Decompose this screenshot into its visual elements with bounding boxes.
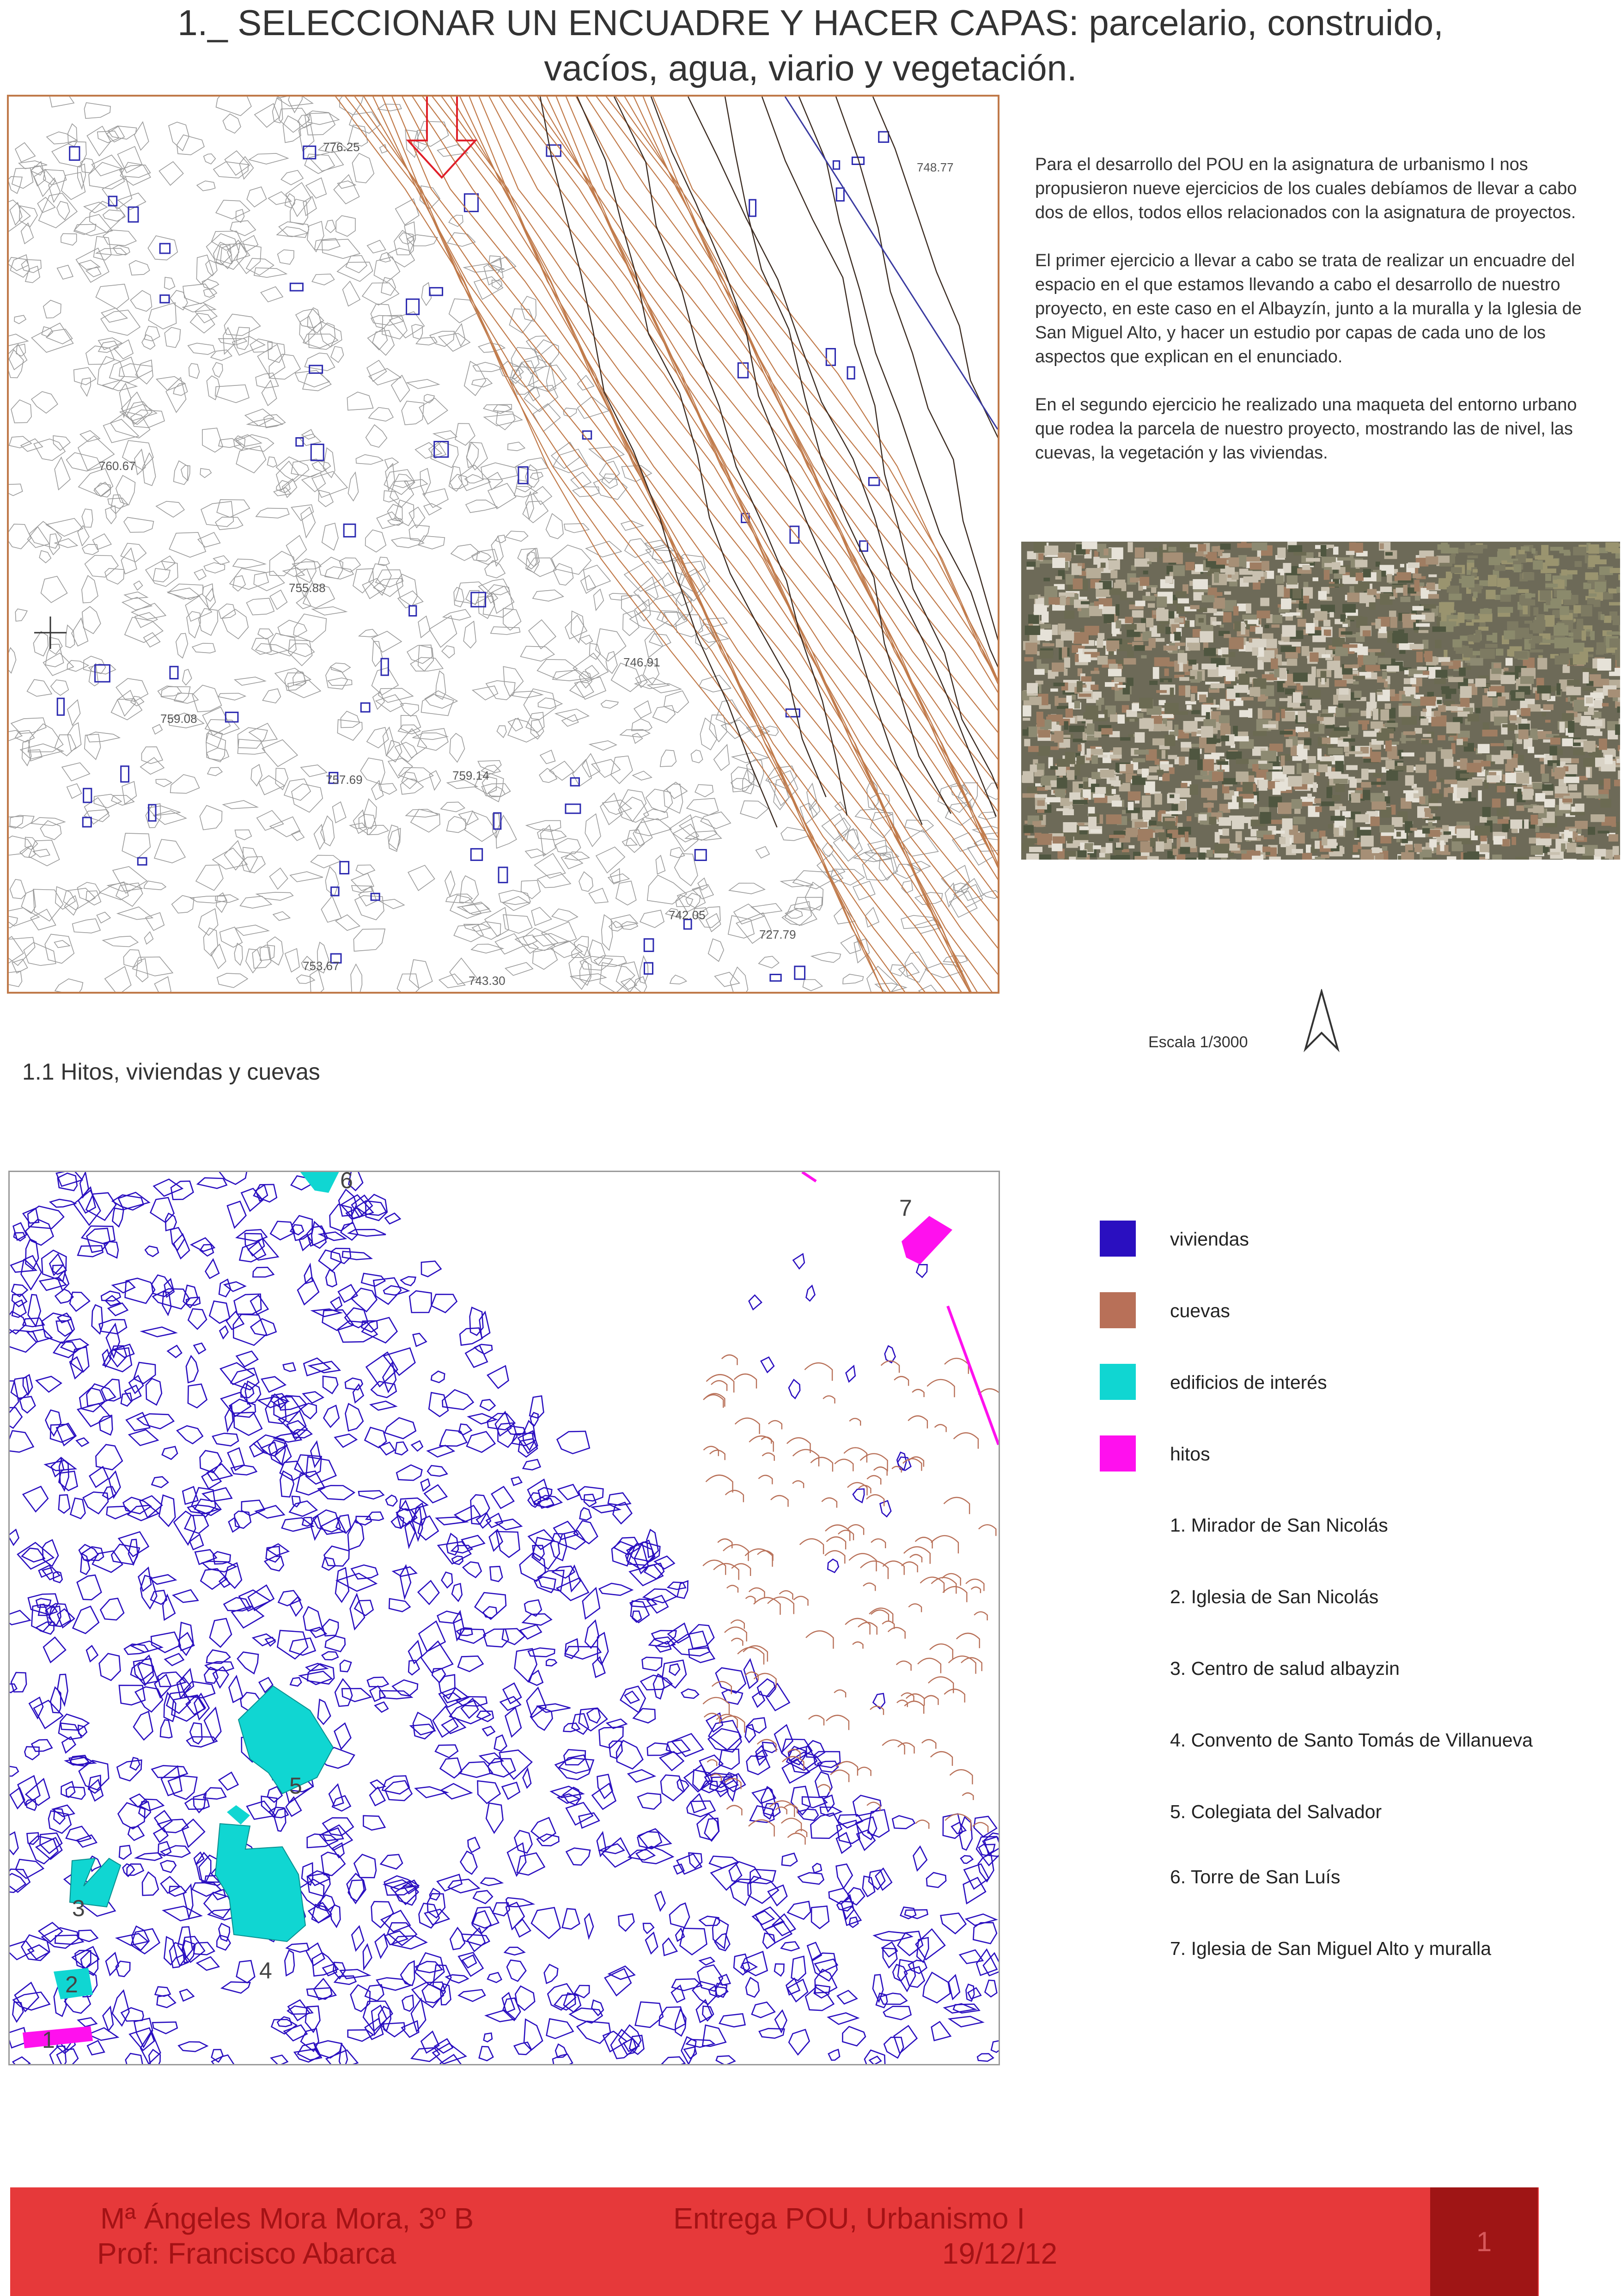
legend-label: hitos [1170,1443,1210,1465]
intro-paragraph-1: Para el desarrollo del POU en la asignat… [1035,155,1577,222]
caves-layer [702,1354,999,1845]
footer-course: Entrega POU, Urbanismo I [673,2202,1025,2235]
map-markers: 1 2 3 4 5 6 7 [42,1172,912,2053]
cadastral-map-drawing: 776.25 748.77 760.67 755.88 746.91 759.0… [9,97,998,992]
cadastral-map: 776.25 748.77 760.67 755.88 746.91 759.0… [7,95,999,994]
intro-paragraph-3: En el segundo ejercicio he realizado una… [1035,395,1577,463]
housing-layer [10,1172,999,2064]
legend-item-viviendas: viviendas [1100,1220,1249,1257]
contour-lines [335,97,998,992]
elevation-label: 748.77 [917,160,954,174]
page-number-box: 1 [1430,2187,1538,2296]
legend-swatch-viviendas [1100,1221,1136,1257]
intro-text: Para el desarrollo del POU en la asignat… [1035,153,1608,489]
marker-6: 6 [340,1172,353,1193]
elevation-label: 743.30 [469,974,506,988]
legend-swatch-hitos [1100,1435,1136,1472]
title-line-1: 1._ SELECCIONAR UN ENCUADRE Y HACER CAPA… [177,2,1444,43]
marker-4: 4 [259,1958,272,1984]
legend-label: viviendas [1170,1228,1249,1250]
landmark-6: 6. Torre de San Luís [1170,1866,1341,1887]
elevation-label: 753.67 [303,959,340,973]
landmark-4: 4. Convento de Santo Tomás de Villanueva [1170,1729,1533,1751]
elevation-label: 760.67 [99,459,136,473]
aerial-photo [1021,542,1620,860]
landmark-2: 2. Iglesia de San Nicolás [1170,1586,1379,1607]
building-convento-annex [227,1805,250,1825]
marker-1: 1 [42,2027,55,2053]
legend-swatch-cuevas [1100,1292,1136,1328]
legend-item-hitos: hitos [1100,1435,1210,1472]
footer-bar: Mª Ángeles Mora Mora, 3º B Prof: Francis… [10,2187,1539,2296]
title-line-2: vacíos, agua, viario y vegetación. [544,48,1077,88]
elevation-label: 759.14 [452,769,489,782]
landmark-5: 5. Colegiata del Salvador [1170,1801,1382,1822]
layers-map: 1 2 3 4 5 6 7 [8,1171,1000,2065]
marker-2: 2 [65,1972,78,1997]
landmarks-layer [23,1172,999,2048]
footer-author: Mª Ángeles Mora Mora, 3º B [100,2202,474,2235]
marker-7: 7 [899,1195,912,1221]
legend-label: edificios de interés [1170,1372,1327,1393]
scale-label: Escala 1/3000 [1148,1033,1248,1051]
footer-professor: Prof: Francisco Abarca [97,2237,396,2270]
elevation-label: 776.25 [323,140,360,154]
layers-map-drawing: 1 2 3 4 5 6 7 [10,1172,999,2064]
legend-swatch-edificios [1100,1364,1136,1400]
north-arrow-icon [1301,988,1342,1056]
building-torre-san-luis [300,1172,339,1193]
elevation-label: 746.91 [623,655,660,669]
elevation-label: 759.08 [160,712,197,726]
page-number: 1 [1476,2226,1492,2257]
elevation-label: 757.69 [326,773,363,787]
elevation-label: 727.79 [759,928,796,941]
landmark-3: 3. Centro de salud albayzin [1170,1658,1400,1679]
landmark-1: 1. Mirador de San Nicolás [1170,1514,1388,1536]
elevation-label: 755.88 [289,581,326,595]
aerial-photo-texture [1022,542,1620,860]
legend-item-edificios: edificios de interés [1100,1363,1327,1400]
marker-5: 5 [289,1773,302,1799]
landmark-san-miguel [902,1216,952,1264]
section-title: 1.1 Hitos, viviendas y cuevas [22,1059,320,1085]
legend-label: cuevas [1170,1300,1230,1321]
marker-3: 3 [72,1895,85,1921]
intro-paragraph-2: El primer ejercicio a llevar a cabo se t… [1035,251,1582,366]
footer-date: 19/12/12 [942,2237,1058,2270]
crosshair-icon [34,617,67,649]
building-convento [214,1823,306,1942]
ravine-lines [539,97,998,828]
elevation-label: 742.05 [669,908,706,922]
legend-item-cuevas: cuevas [1100,1292,1230,1329]
page-title: 1._ SELECCIONAR UN ENCUADRE Y HACER CAPA… [0,0,1621,91]
landmark-7: 7. Iglesia de San Miguel Alto y muralla [1170,1938,1492,1959]
street-grid [9,97,998,992]
